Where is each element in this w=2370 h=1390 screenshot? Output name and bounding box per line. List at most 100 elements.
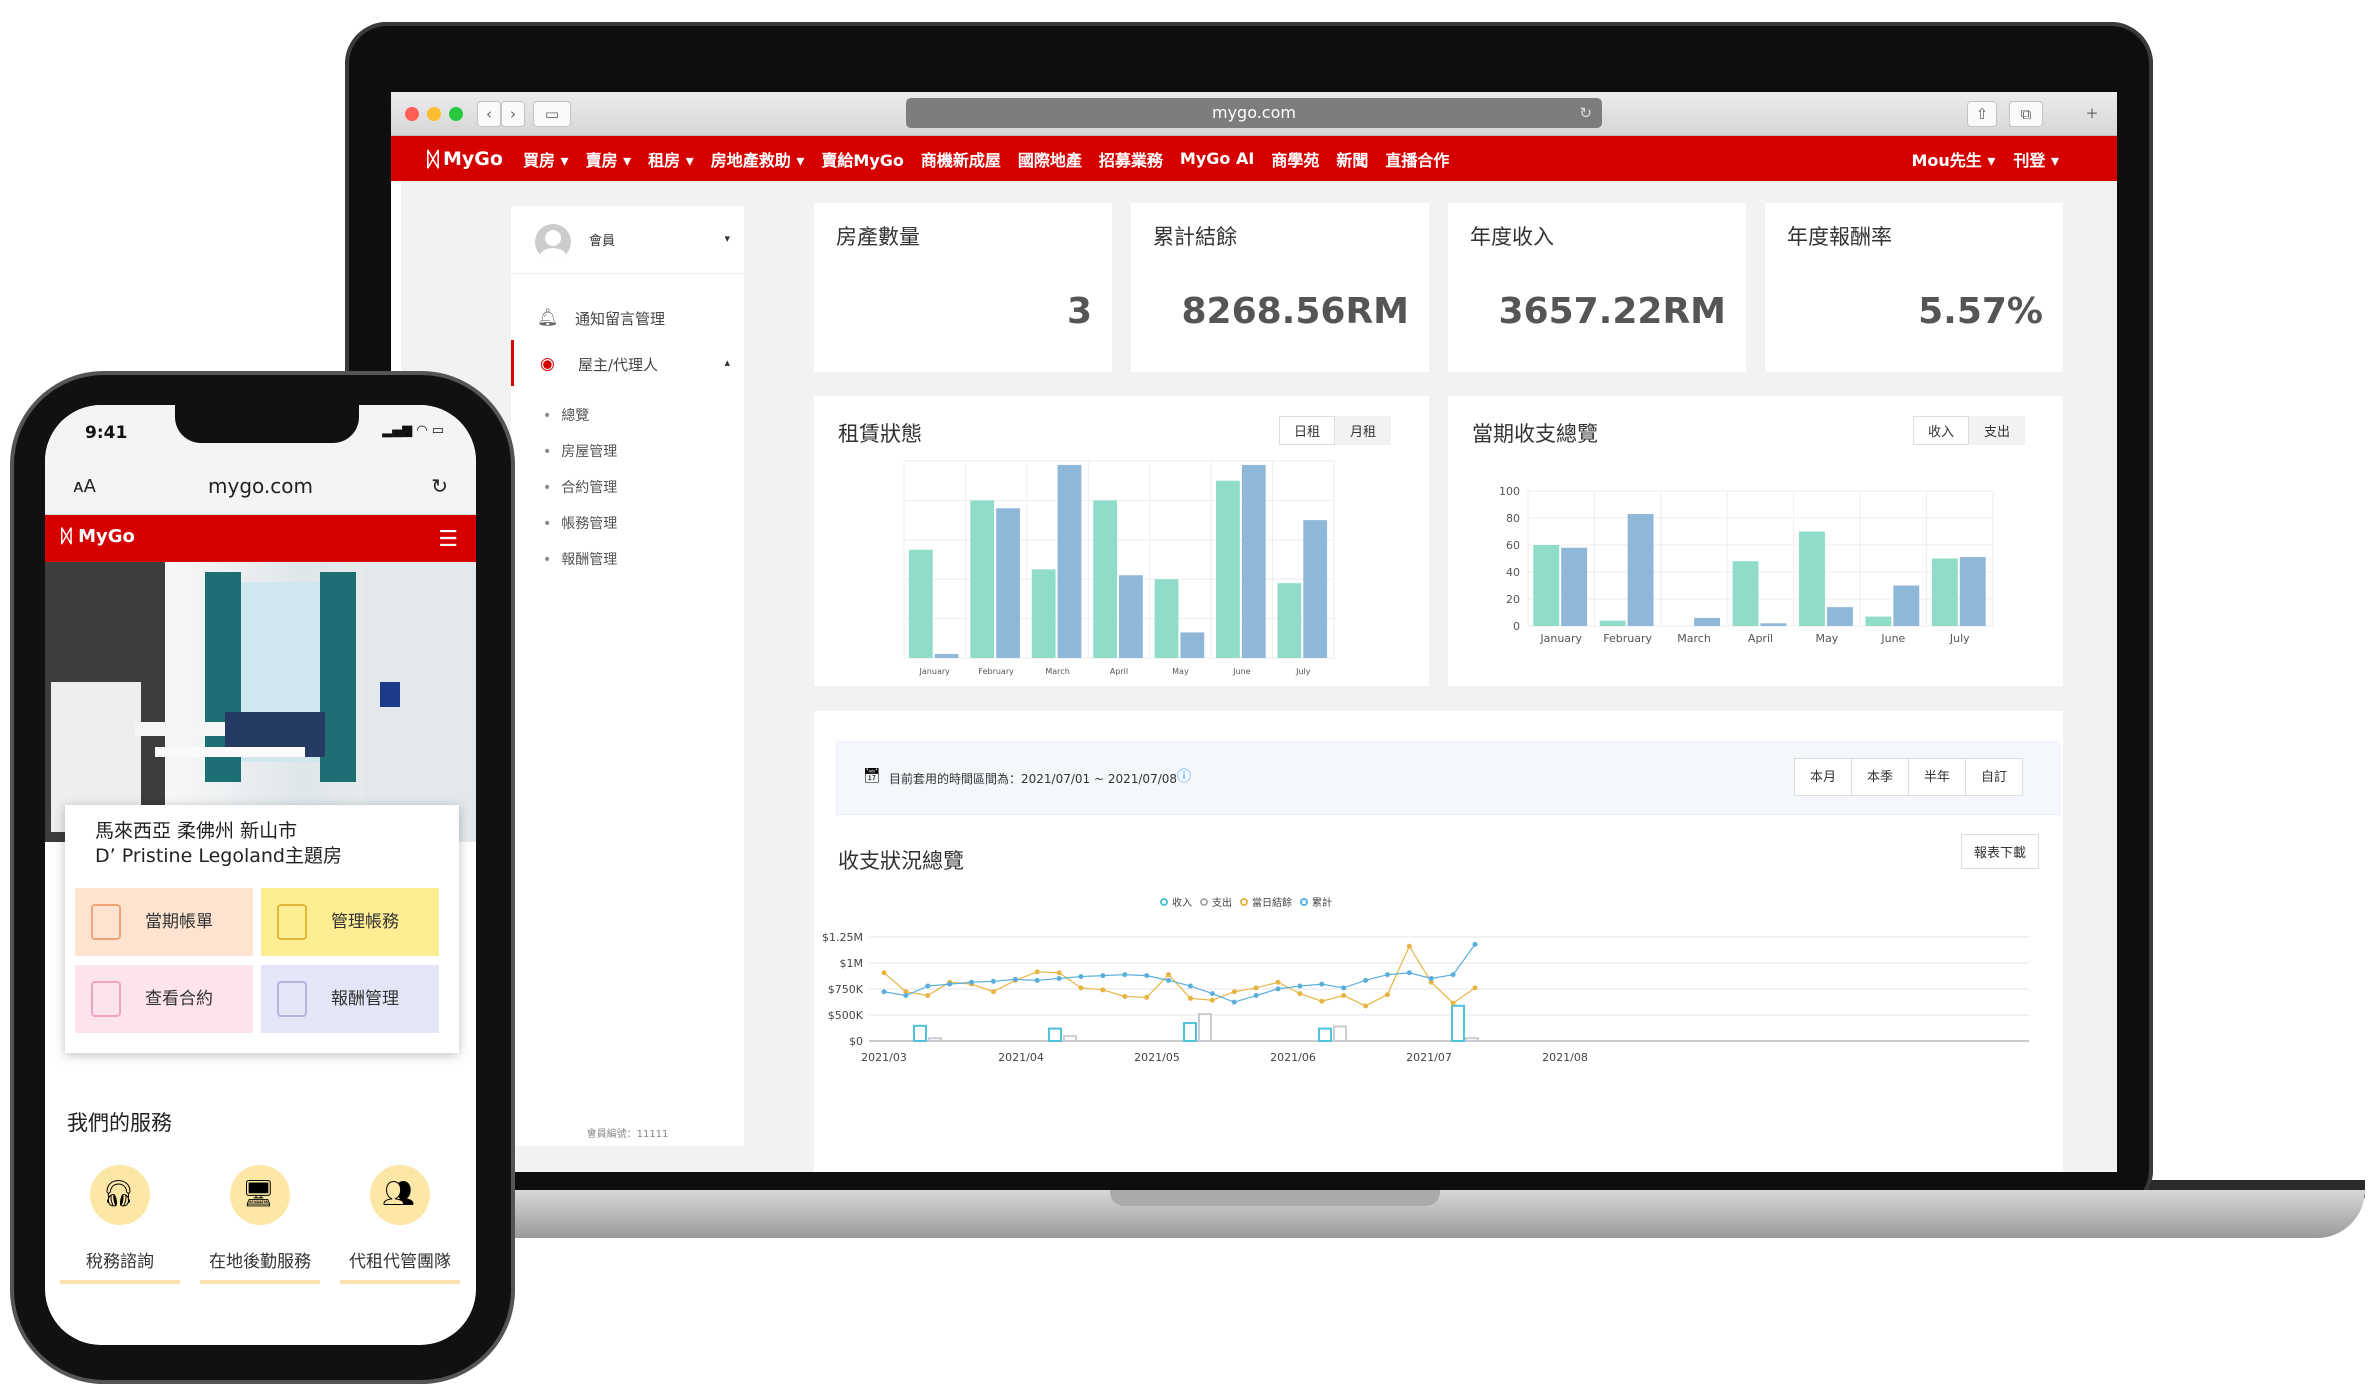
brand-logo[interactable]: ᛞ MyGo [427,147,503,171]
bar [1198,1013,1212,1042]
edit-icon [277,904,307,940]
reload-icon[interactable]: ↻ [1579,98,1592,128]
brand-name: MyGo [443,147,503,170]
nav-item[interactable]: 賣房 ▾ [586,147,632,171]
x-tick-label: 2021/04 [998,1051,1044,1064]
phone-notch [175,405,359,443]
tile-label: 管理帳務 [331,912,399,932]
service-label: 在地後勤服務 [209,1252,311,1272]
kpi-value: 3 [1066,291,1092,332]
returns-tile[interactable]: 報酬管理 [261,965,439,1033]
kpi-value: 3657.22RM [1498,291,1726,332]
current-bill-tile[interactable]: 當期帳單 [75,888,253,956]
bar [928,1037,942,1042]
reload-icon[interactable]: ↻ [431,474,448,498]
y-tick-label: 40 [1506,566,1520,579]
user-menu[interactable]: Mou先生 ▾ [1911,147,1995,171]
forward-icon[interactable]: › [501,101,525,127]
x-tick-label: 2021/05 [1134,1051,1180,1064]
bar [1318,1027,1332,1042]
nav-item[interactable]: 房地產救助 ▾ [711,147,805,171]
bar [1799,531,1825,626]
kpi-title: 累計結餘 [1153,225,1237,249]
avatar [535,224,571,260]
subitem-returns[interactable]: 報酬管理 [511,542,744,578]
x-tick-label: June [1880,632,1905,645]
service-local[interactable]: 🖥︎ 在地後勤服務 [195,1165,325,1284]
x-tick-label: 2021/07 [1406,1051,1452,1064]
bar [1627,513,1654,626]
member-label: 會員 [589,234,616,249]
bar [1561,547,1588,626]
subitem-accounts[interactable]: 帳務管理 [511,506,744,542]
brand-logo[interactable]: ᛞ MyGo [61,526,135,547]
close-dot[interactable] [405,107,419,121]
maximize-dot[interactable] [449,107,463,121]
bell-icon: 🔔︎ [537,308,559,328]
nav-item[interactable]: 國際地產 [1018,147,1082,171]
kpi-card: 年度報酬率 5.57% [1765,203,2063,372]
x-tick-label: 2021/06 [1270,1051,1316,1064]
sidebar-item-label: 通知留言管理 [575,310,666,328]
nav-item[interactable]: MyGo AI [1180,149,1254,168]
sidebar-item-notifications[interactable]: 🔔︎ 通知留言管理 [511,294,744,340]
bar [1277,583,1302,658]
bar [1063,1035,1077,1043]
bar [1057,464,1082,658]
minimize-dot[interactable] [427,107,441,121]
manage-account-tile[interactable]: 管理帳務 [261,888,439,956]
sidebar-item-owner[interactable]: ◉ 屋主/代理人 ▴ [511,340,744,386]
income-bar-chart: 0 20 40 60 80 100 January February March April May… [1499,485,1994,645]
nav-item[interactable]: 商學苑 [1271,147,1319,171]
nav-item[interactable]: 招募業務 [1099,147,1163,171]
nav-item[interactable]: 買房 ▾ [523,147,569,171]
nav-item[interactable]: 直播合作 [1385,147,1449,171]
sidebar-toggle-icon[interactable]: ▭ [533,101,571,127]
caret-up-icon: ▴ [724,356,730,369]
y-tick-label: $500K [828,1009,864,1022]
logo-icon: ᛞ [427,146,439,171]
x-tick-label: April [1748,632,1773,645]
legend-label: 累計 [1312,896,1332,909]
laptop-base [430,1190,2365,1238]
user-icon: ◉ [540,354,555,374]
signal-wifi-battery-icon: ▂▄▆ ◠ ▭ [382,423,444,438]
nav-item[interactable]: 賣給MyGo [821,147,903,171]
bar [913,1024,927,1043]
subitem-overview[interactable]: 總覽 [511,398,744,434]
tabs-icon[interactable]: ⧉ [2009,101,2043,127]
member-dropdown[interactable]: 會員 ▾ [511,206,744,274]
back-icon[interactable]: ‹ [477,101,501,127]
service-tax[interactable]: 🎧︎ 稅務諮詢 [55,1165,185,1284]
x-tick-label: February [978,667,1014,676]
legend-label: 當日結餘 [1252,896,1292,909]
subitem-houses[interactable]: 房屋管理 [511,434,744,470]
mobile-address-bar[interactable]: ᴀA mygo.com ↻ [45,460,476,515]
bill-icon [91,904,121,940]
service-label: 稅務諮詢 [86,1252,154,1272]
address-bar[interactable]: mygo.com ↻ [906,98,1602,128]
share-icon[interactable]: ⇧ [1967,101,1997,127]
post-menu[interactable]: 刊登 ▾ [2013,147,2059,171]
bar [1183,1022,1197,1042]
bar [1241,464,1266,658]
x-tick-label: April [1110,667,1128,676]
x-tick-label: July [1949,632,1970,645]
service-agent[interactable]: 👥︎ 代租代管團隊 [335,1165,465,1284]
bar [1216,480,1240,658]
x-tick-label: February [1603,632,1652,645]
x-tick-label: May [1816,632,1839,645]
bar [1333,1025,1347,1043]
hamburger-menu-icon[interactable]: ☰ [438,527,458,552]
new-tab-icon[interactable]: + [2077,101,2107,127]
phone-screen: 9:41 ▂▄▆ ◠ ▭ ᴀA mygo.com ↻ ᛞ MyGo ☰ 馬來西亞… [45,405,476,1345]
subitem-contracts[interactable]: 合約管理 [511,470,744,506]
nav-item[interactable]: 商機新成屋 [921,147,1001,171]
top-navbar: ᛞ MyGo 買房 ▾ 賣房 ▾ 租房 ▾ 房地產救助 ▾ 賣給MyGo 商機新成… [391,136,2117,181]
legend-marker [1200,898,1208,906]
x-tick-label: March [1677,632,1711,645]
bar [1865,616,1892,626]
view-contract-tile[interactable]: 查看合約 [75,965,253,1033]
nav-item[interactable]: 租房 ▾ [648,147,694,171]
nav-item[interactable]: 新聞 [1336,147,1368,171]
